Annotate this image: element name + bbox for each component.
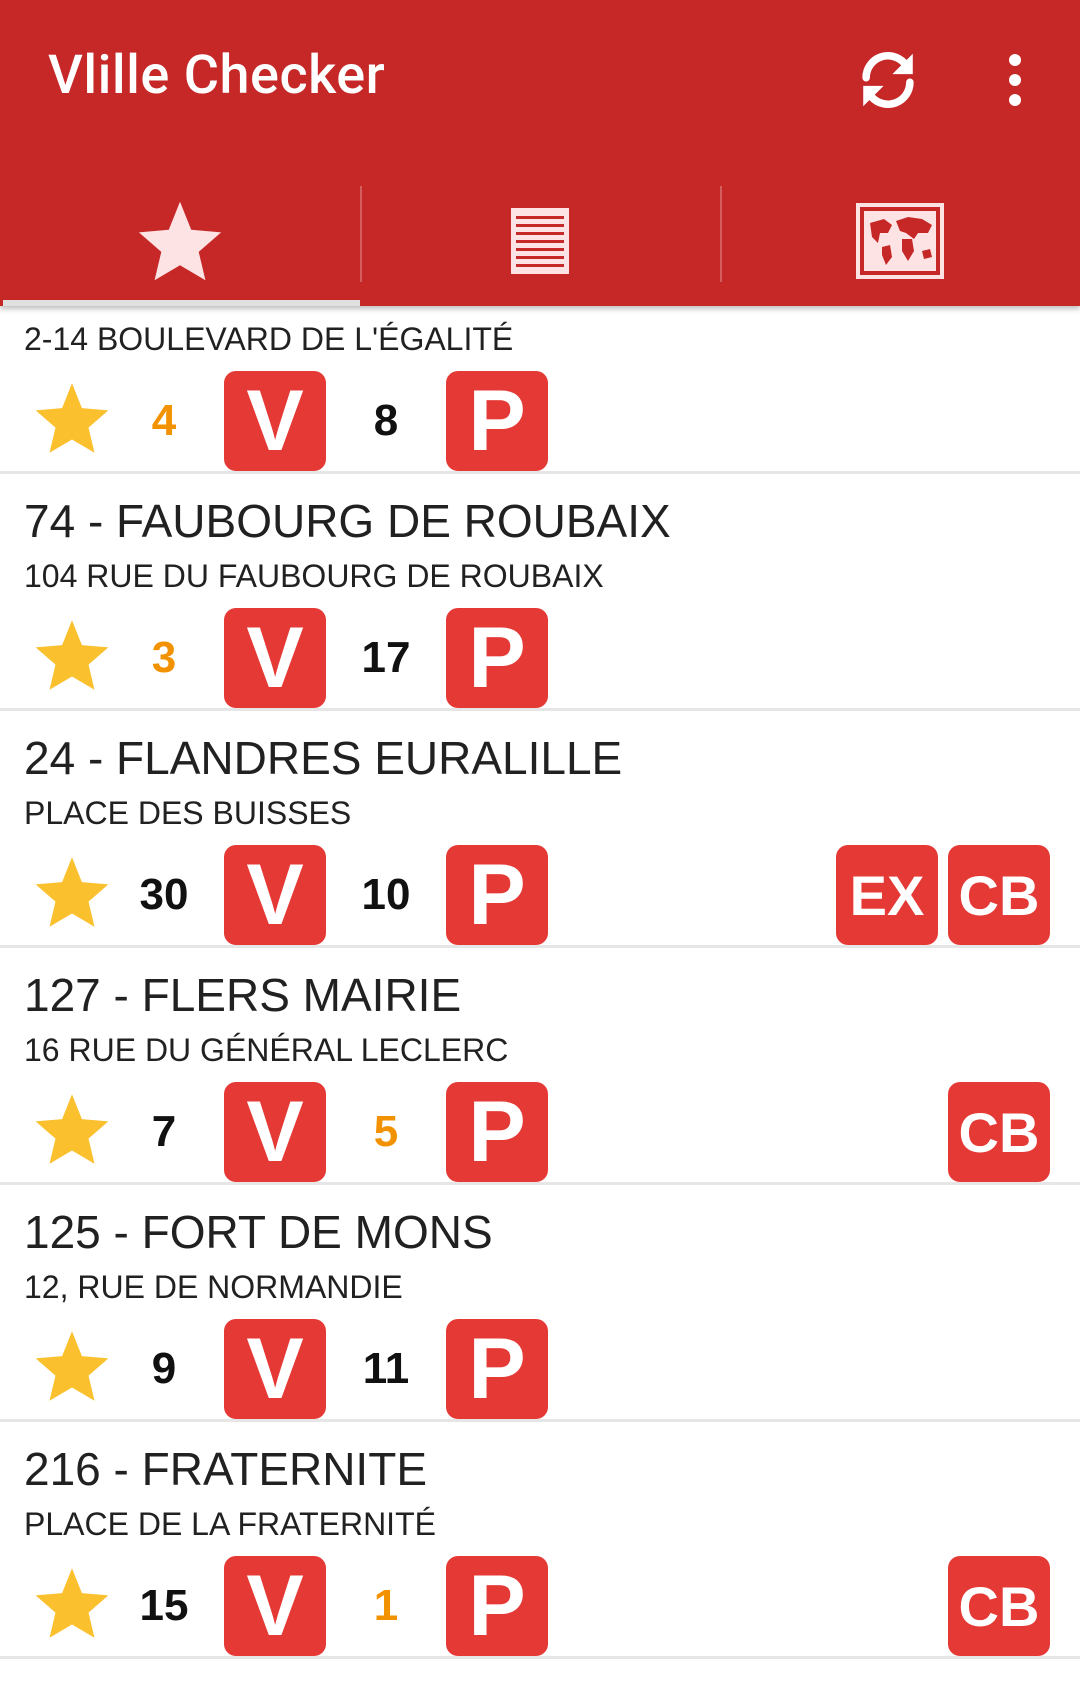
tab-list[interactable] (360, 176, 720, 306)
station-name: 125 - FORT DE MONS (24, 1206, 493, 1258)
station-address: PLACE DES BUISSES (24, 795, 352, 831)
star-icon (138, 201, 222, 281)
favorite-star-icon[interactable] (32, 617, 112, 697)
overflow-menu-icon (1009, 54, 1021, 106)
bikes-count: 3 (151, 633, 177, 682)
bikes-badge: V (224, 608, 326, 708)
overflow-menu-button[interactable] (990, 40, 1040, 120)
stands-count: 5 (373, 1107, 399, 1156)
parking-badge: P (446, 1556, 548, 1656)
bikes-badge: V (224, 845, 326, 945)
station-row[interactable]: 125 - FORT DE MONS 12, RUE DE NORMANDIE 9 V… (0, 1185, 1080, 1422)
station-address: 104 RUE DU FAUBOURG DE ROUBAIX (24, 558, 604, 594)
favorite-star-icon[interactable] (32, 380, 112, 460)
list-icon (511, 208, 569, 274)
station-address: 12, RUE DE NORMANDIE (24, 1269, 403, 1305)
bikes-badge: V (224, 1319, 326, 1419)
parking-badge: P (446, 1319, 548, 1419)
tab-map[interactable] (720, 176, 1080, 306)
stands-count: 17 (361, 633, 411, 682)
favorite-star-icon[interactable] (32, 854, 112, 934)
stands-count: 8 (373, 396, 399, 445)
station-row[interactable]: 127 - FLERS MAIRIE 16 RUE DU GÉNÉRAL LECL… (0, 948, 1080, 1185)
tab-bar (0, 176, 1080, 306)
stands-count: 10 (361, 870, 411, 919)
parking-badge: P (446, 608, 548, 708)
station-name: 74 - FAUBOURG DE ROUBAIX (24, 495, 671, 547)
parking-badge: P (446, 1082, 548, 1182)
station-row[interactable]: 74 - FAUBOURG DE ROUBAIX 104 RUE DU FAUBO… (0, 474, 1080, 711)
stands-count: 11 (362, 1344, 410, 1393)
station-name: 244 - F ROOSEVELT (24, 306, 460, 311)
bikes-badge: V (224, 1556, 326, 1656)
app-title: Vlille Checker (48, 44, 386, 107)
refresh-icon (862, 51, 914, 109)
stands-count: 1 (373, 1581, 399, 1630)
station-row[interactable]: 216 - FRATERNITE PLACE DE LA FRATERNITÉ 15… (0, 1422, 1080, 1659)
bikes-badge: V (224, 1082, 326, 1182)
cb-badge: CB (948, 1556, 1050, 1656)
station-row[interactable]: 244 - F ROOSEVELT 2-14 BOULEVARD DE L'ÉGA… (0, 306, 1080, 474)
cb-badge: CB (948, 1082, 1050, 1182)
favorite-star-icon[interactable] (32, 1328, 112, 1408)
parking-badge: P (446, 845, 548, 945)
ex-badge: EX (836, 845, 938, 945)
cb-badge: CB (948, 845, 1050, 945)
bikes-badge: V (224, 371, 326, 471)
tab-divider (720, 186, 722, 282)
app-bar: Vlille Checker (0, 0, 1080, 306)
station-address: PLACE DE LA FRATERNITÉ (24, 1506, 436, 1542)
tab-indicator (3, 300, 360, 306)
refresh-button[interactable] (848, 40, 928, 120)
station-name: 216 - FRATERNITE (24, 1443, 427, 1495)
station-name: 24 - FLANDRES EURALILLE (24, 732, 623, 784)
map-icon (856, 203, 944, 279)
station-name: 127 - FLERS MAIRIE (24, 969, 462, 1021)
favorite-star-icon[interactable] (32, 1091, 112, 1171)
station-list[interactable]: 244 - F ROOSEVELT 2-14 BOULEVARD DE L'ÉGA… (0, 306, 1080, 1699)
bikes-count: 4 (151, 396, 177, 445)
parking-badge: P (446, 371, 548, 471)
tab-favorites[interactable] (0, 176, 360, 306)
station-row[interactable]: 24 - FLANDRES EURALILLE PLACE DES BUISSES… (0, 711, 1080, 948)
station-address: 2-14 BOULEVARD DE L'ÉGALITÉ (24, 321, 514, 357)
bikes-count: 15 (139, 1581, 189, 1630)
tab-divider (360, 186, 362, 282)
favorite-star-icon[interactable] (32, 1565, 112, 1645)
bikes-count: 30 (139, 870, 189, 919)
bikes-count: 9 (151, 1344, 177, 1393)
station-address: 16 RUE DU GÉNÉRAL LECLERC (24, 1032, 509, 1068)
bikes-count: 7 (151, 1107, 177, 1156)
